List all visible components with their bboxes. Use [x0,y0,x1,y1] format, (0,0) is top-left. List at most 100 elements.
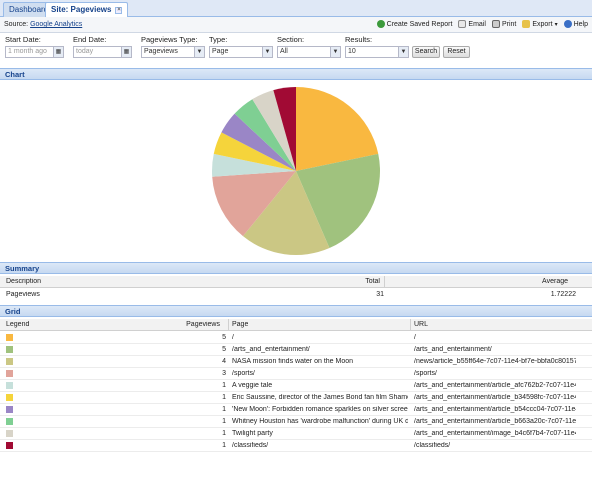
row-pageviews: 1 [222,418,226,425]
legend-swatch [6,382,13,389]
summary-total: 31 [376,291,384,298]
legend-swatch [6,430,13,437]
email-icon [458,20,467,28]
email-button[interactable]: Email [458,20,486,28]
summary-col-description[interactable]: Description [6,278,41,285]
source-link[interactable]: Google Analytics [30,21,82,28]
table-row[interactable]: 5/arts_and_entertainment/ /arts_and_enter… [0,344,592,356]
end-date-field: End Date: today ▦ [73,35,132,58]
row-pageviews: 1 [222,430,226,437]
row-pageviews: 1 [222,394,226,401]
calendar-icon[interactable]: ▦ [53,46,64,58]
grid-section-title: Grid [5,307,21,316]
table-row[interactable]: 1 'New Moon': Forbidden romance sparkles … [0,404,592,416]
legend-swatch [6,394,13,401]
search-button[interactable]: Search [412,46,440,58]
type-select[interactable]: Page ▼ [209,46,273,58]
column-divider [228,319,229,331]
row-page: /classifieds/ [232,442,269,449]
pageviews-type-value: Pageviews [144,48,178,55]
table-row[interactable]: 1 A veggie tale/arts_and_entertainment/ar… [0,380,592,392]
row-url: /classifieds/ [414,442,451,449]
summary-col-average[interactable]: Average [520,278,568,285]
table-row[interactable]: 5 / / [0,332,592,344]
tab-pageviews-label: Site: Pageviews [51,5,112,14]
summary-header-row: Description Total Average [0,276,592,288]
row-pageviews: 4 [222,358,226,365]
type-value: Page [212,48,229,55]
row-pageviews: 1 [222,406,226,413]
help-button[interactable]: Help [563,20,588,28]
tab-dashboard-label: Dashboard [9,5,49,14]
printer-icon [491,20,500,28]
table-row[interactable]: 4 NASA mission finds water on the Moon/ne… [0,356,592,368]
row-pageviews: 5 [222,346,226,353]
grid-col-url[interactable]: URL [414,321,428,328]
table-row[interactable]: 1/classifieds/ /classifieds/ [0,440,592,452]
chevron-down-icon[interactable]: ▼ [262,46,273,58]
results-value: 10 [348,48,356,55]
section-select[interactable]: All ▼ [277,46,341,58]
row-url: /arts_and_entertainment/ [414,346,492,353]
grid-col-pageviews[interactable]: Pageviews [180,321,220,328]
pie-chart [212,87,380,255]
legend-swatch [6,346,13,353]
tab-site-pageviews[interactable]: Site: Pageviews × [45,2,129,18]
chevron-down-icon: ▾ [554,21,558,28]
create-label: Create Saved Report [386,20,453,28]
column-divider [384,276,385,288]
row-url: / [414,334,416,341]
table-row[interactable]: 3/sports/ /sports/ [0,368,592,380]
start-date-input[interactable]: 1 month ago ▦ [5,46,64,58]
results-select[interactable]: 10 ▼ [345,46,409,58]
legend-swatch [6,334,13,341]
export-button[interactable]: Export ▾ [522,20,558,28]
export-label: Export [532,20,553,28]
end-date-input[interactable]: today ▦ [73,46,132,58]
reset-button[interactable]: Reset [443,46,470,58]
row-url: /arts_and_entertainment/article_b663a20c… [414,418,576,425]
grid-col-page[interactable]: Page [232,321,248,328]
add-icon [376,20,385,28]
row-url: /arts_and_entertainment/article_afc762b2… [414,382,576,389]
summary-col-total[interactable]: Total [340,278,380,285]
row-page: NASA mission finds water on the Moon [232,358,354,365]
end-date-label: End Date: [73,35,107,44]
row-url: /arts_and_entertainment/article_b34598fc… [414,394,576,401]
email-label: Email [468,20,486,28]
row-url: /arts_and_entertainment/image_b4c6f7b4-7… [414,430,576,437]
pageviews-type-select[interactable]: Pageviews ▼ [141,46,205,58]
summary-section-header[interactable]: Summary [0,262,592,274]
row-page: /arts_and_entertainment/ [232,346,310,353]
summary-section-title: Summary [5,264,40,273]
export-icon [522,20,531,28]
row-url: /sports/ [414,370,437,377]
row-page: Twilight party [232,430,273,437]
print-button[interactable]: Print [491,20,516,28]
chevron-down-icon[interactable]: ▼ [398,46,409,58]
table-row[interactable]: 1 Whitney Houston has 'wardrobe malfuncti… [0,416,592,428]
chevron-down-icon[interactable]: ▼ [194,46,205,58]
table-row[interactable]: 1 Twilight party/arts_and_entertainment/i… [0,428,592,440]
start-date-label: Start Date: [5,35,41,44]
create-saved-report-button[interactable]: Create Saved Report [376,20,453,28]
start-date-value: 1 month ago [8,48,47,55]
legend-swatch [6,358,13,365]
row-page: / [232,334,234,341]
legend-swatch [6,406,13,413]
tab-bar: Dashboard Site: Pageviews × [0,0,592,18]
calendar-icon[interactable]: ▦ [121,46,132,58]
row-page: Eric Saussine, director of the James Bon… [232,394,408,401]
close-icon[interactable]: × [115,7,123,14]
results-label: Results: [345,35,373,44]
grid-col-legend[interactable]: Legend [6,321,29,328]
chart-section-header[interactable]: Chart [0,68,592,80]
chart-area [0,80,592,262]
table-row[interactable]: 1 Eric Saussine, director of the James Bo… [0,392,592,404]
chevron-down-icon[interactable]: ▼ [330,46,341,58]
help-icon [563,20,572,28]
grid-section-header[interactable]: Grid [0,305,592,317]
grid-header-row: Legend Pageviews Page URL [0,319,592,331]
section-value: All [280,48,288,55]
results-field: Results: 10 ▼ [345,35,409,58]
